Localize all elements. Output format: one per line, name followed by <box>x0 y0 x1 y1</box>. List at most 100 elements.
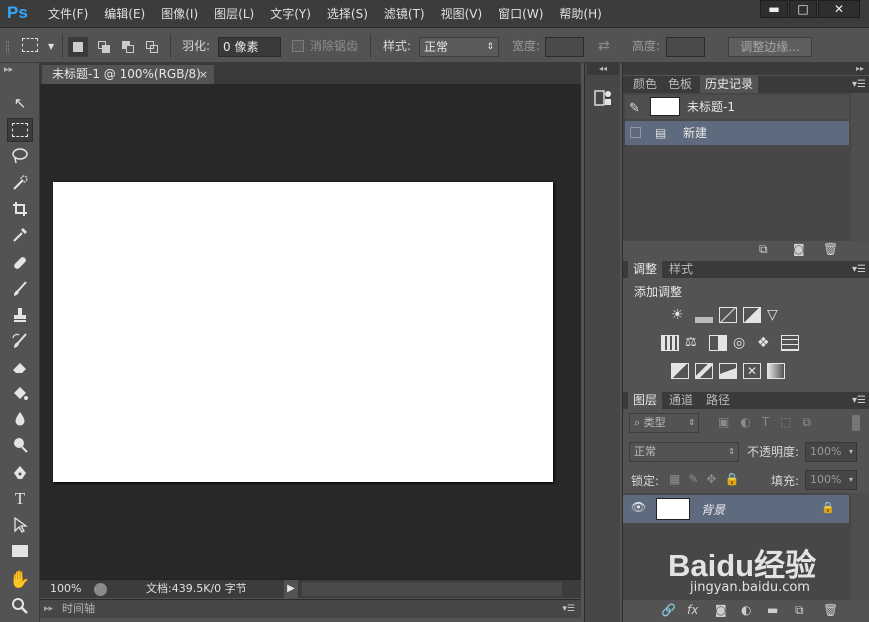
refine-edge-button[interactable]: 调整边缘... <box>728 37 812 57</box>
selective-color-icon[interactable]: ✕ <box>743 363 761 379</box>
tab-paths[interactable]: 路径 <box>701 392 735 409</box>
quick-selection-tool-icon[interactable] <box>7 171 33 195</box>
adjustment-filter-icon[interactable]: ◐ <box>740 415 750 433</box>
menu-layer[interactable]: 图层(L) <box>206 0 262 28</box>
panel-menu-icon[interactable]: ▾☰ <box>562 600 575 618</box>
restore-button[interactable]: □ <box>789 0 817 18</box>
new-selection-icon[interactable] <box>68 37 88 57</box>
tab-history[interactable]: 历史记录 <box>700 76 759 93</box>
hue-saturation-icon[interactable] <box>661 335 679 351</box>
marquee-tool-icon[interactable] <box>7 118 33 142</box>
menu-help[interactable]: 帮助(H) <box>551 0 609 28</box>
horizontal-scrollbar[interactable] <box>302 582 562 596</box>
blur-tool-icon[interactable] <box>7 407 33 431</box>
pen-tool-icon[interactable] <box>7 461 33 485</box>
vibrance-icon[interactable]: ▽ <box>767 307 785 323</box>
curves-icon[interactable] <box>719 307 737 323</box>
feather-input[interactable]: 0 像素 <box>218 37 281 57</box>
brightness-contrast-icon[interactable]: ☀ <box>671 307 689 323</box>
history-checkbox[interactable] <box>630 127 641 138</box>
gradient-map-icon[interactable] <box>767 363 785 379</box>
paint-bucket-tool-icon[interactable] <box>7 381 33 405</box>
tab-layers[interactable]: 图层 <box>628 392 663 409</box>
close-button[interactable]: ✕ <box>818 0 860 18</box>
canvas-area[interactable] <box>40 84 581 579</box>
history-snapshot[interactable]: ✎ 未标题-1 <box>625 95 849 119</box>
timeline-label[interactable]: 时间轴 <box>62 600 95 618</box>
type-tool-icon[interactable]: T <box>7 487 33 511</box>
style-select[interactable]: 正常 ⇕ <box>419 37 499 57</box>
history-item[interactable]: ▤ 新建 <box>625 121 849 145</box>
intersect-selection-icon[interactable] <box>142 37 162 57</box>
pixel-filter-icon[interactable]: ▣ <box>718 415 729 433</box>
menu-file[interactable]: 文件(F) <box>40 0 96 28</box>
panel-menu-icon[interactable]: ▾☰ <box>852 261 866 278</box>
lasso-tool-icon[interactable] <box>7 144 33 168</box>
menu-select[interactable]: 选择(S) <box>319 0 376 28</box>
layer-name[interactable]: 背景 <box>701 501 725 518</box>
layer-row[interactable]: 👁 背景 🔒 <box>623 495 849 523</box>
swap-icon[interactable]: ⇄ <box>598 29 610 63</box>
shape-filter-icon[interactable]: ⬚ <box>780 415 791 433</box>
tab-styles[interactable]: 样式 <box>664 261 698 278</box>
tab-adjustments[interactable]: 调整 <box>628 261 663 278</box>
menu-image[interactable]: 图像(I) <box>153 0 206 28</box>
path-selection-tool-icon[interactable] <box>7 513 33 537</box>
close-icon[interactable]: × <box>199 65 208 84</box>
type-filter-icon[interactable]: T <box>762 415 769 433</box>
dock-collapse-icon[interactable]: ◂◂ <box>587 63 619 75</box>
tab-color[interactable]: 颜色 <box>628 76 662 93</box>
fill-input[interactable]: 100% ▾ <box>805 470 857 490</box>
width-input[interactable] <box>545 37 584 57</box>
expand-icon[interactable]: ▸▸ <box>856 63 864 75</box>
tab-channels[interactable]: 通道 <box>664 392 698 409</box>
history-scrollbar[interactable] <box>851 93 869 241</box>
tab-swatches[interactable]: 色板 <box>663 76 697 93</box>
trash-icon[interactable]: 🗑 <box>823 242 838 256</box>
eye-icon[interactable]: 👁 <box>631 500 646 514</box>
lock-position-icon[interactable]: ✥ <box>706 472 716 488</box>
posterize-icon[interactable] <box>695 363 713 379</box>
panel-menu-icon[interactable]: ▾☰ <box>852 76 866 93</box>
panel-menu-icon[interactable]: ▾☰ <box>852 392 866 409</box>
color-lookup-icon[interactable] <box>781 335 799 351</box>
grip-handle[interactable] <box>6 41 9 53</box>
clone-stamp-tool-icon[interactable] <box>7 303 33 327</box>
photo-filter-icon[interactable]: ◎ <box>733 335 751 351</box>
height-input[interactable] <box>666 37 705 57</box>
add-selection-icon[interactable] <box>94 37 114 57</box>
crop-tool-icon[interactable] <box>7 197 33 221</box>
exposure-icon[interactable] <box>743 307 761 323</box>
marquee-preset-icon[interactable] <box>22 38 38 52</box>
invert-icon[interactable] <box>671 363 689 379</box>
status-menu-arrow-icon[interactable]: ▶ <box>284 580 298 598</box>
black-white-icon[interactable] <box>709 335 727 351</box>
lock-transparency-icon[interactable]: ▦ <box>669 472 680 488</box>
healing-brush-tool-icon[interactable] <box>7 251 33 275</box>
lock-all-icon[interactable]: 🔒 <box>724 472 739 488</box>
menu-view[interactable]: 视图(V) <box>433 0 491 28</box>
collapse-icon[interactable]: ▸▸ <box>4 65 13 75</box>
blend-mode-select[interactable]: 正常 ⇕ <box>629 442 739 462</box>
eyedropper-tool-icon[interactable] <box>7 223 33 247</box>
preset-dropdown-icon[interactable]: ▼ <box>48 42 54 51</box>
layer-filter-select[interactable]: ⌕ 类型 ⇕ <box>629 413 699 433</box>
minimize-button[interactable]: ▬ <box>760 0 788 18</box>
smart-object-filter-icon[interactable]: ⧉ <box>803 415 812 433</box>
brush-tool-icon[interactable] <box>7 277 33 301</box>
grip-handle[interactable]: ▸▸ <box>44 600 53 618</box>
new-document-from-state-icon[interactable]: ⧉ <box>759 242 768 257</box>
history-brush-tool-icon[interactable] <box>7 329 33 353</box>
menu-type[interactable]: 文字(Y) <box>262 0 319 28</box>
levels-icon[interactable] <box>695 307 713 323</box>
hand-tool-icon[interactable]: ✋ <box>7 568 33 592</box>
menu-edit[interactable]: 编辑(E) <box>96 0 153 28</box>
zoom-tool-icon[interactable] <box>7 594 33 618</box>
subtract-selection-icon[interactable] <box>118 37 138 57</box>
color-balance-icon[interactable]: ⚖ <box>685 335 703 351</box>
status-options-icon[interactable] <box>94 583 107 596</box>
menu-window[interactable]: 窗口(W) <box>490 0 551 28</box>
channel-mixer-icon[interactable]: ❖ <box>757 335 775 351</box>
properties-icon[interactable] <box>593 88 613 108</box>
filter-toggle[interactable] <box>852 415 860 431</box>
